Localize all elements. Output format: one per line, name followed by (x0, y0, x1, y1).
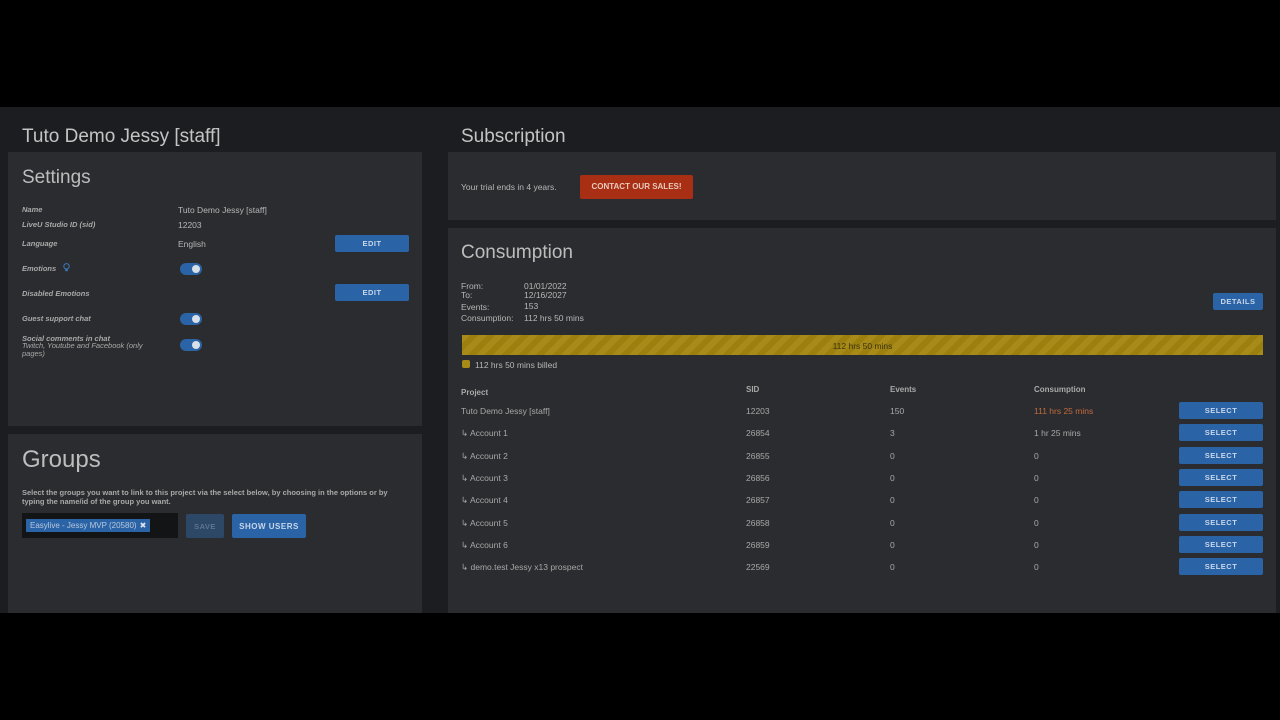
settings-title: Settings (22, 167, 91, 188)
row-sid: 22569 (746, 562, 770, 573)
row-project: ↳ Account 2 (461, 450, 508, 461)
summary-events-value: 153 (524, 301, 539, 311)
row-events: 0 (890, 517, 895, 528)
summary-consumption-label: Consumption: (461, 313, 514, 323)
row-consumption: 0 (1034, 517, 1039, 528)
subscription-panel: Your trial ends in 4 years. CONTACT OUR … (448, 152, 1276, 220)
edit-language-button[interactable]: EDIT (335, 235, 409, 252)
consumption-panel: Consumption From: 01/01/2022 To: 12/16/2… (448, 228, 1276, 613)
contact-sales-button[interactable]: CONTACT OUR SALES! (580, 175, 693, 199)
group-tag-label: Easylive - Jessy MVP (20580) (30, 521, 137, 530)
progress-label: 112 hrs 50 mins (832, 341, 893, 351)
select-button[interactable]: SELECT (1179, 491, 1263, 509)
summary-to-value: 12/16/2027 (524, 290, 567, 300)
emotions-toggle[interactable] (180, 263, 202, 275)
row-project: ↳ demo.test Jessy x13 prospect (461, 562, 583, 573)
setting-sublabel-social-comments: Twitch, Youtube and Facebook (only pages… (22, 341, 143, 358)
row-events: 0 (890, 450, 895, 461)
row-events: 0 (890, 472, 895, 483)
groups-panel: Groups Select the groups you want to lin… (8, 434, 422, 613)
column-header-consumption: Consumption (1034, 385, 1086, 394)
row-consumption: 0 (1034, 450, 1039, 461)
summary-events-label: Events: (461, 302, 490, 312)
select-button[interactable]: SELECT (1179, 468, 1263, 486)
setting-label-name: Name (22, 205, 43, 214)
setting-label-guest-chat: Guest support chat (22, 314, 91, 323)
row-sid: 26857 (746, 495, 770, 506)
consumption-progress-bar: 112 hrs 50 mins (462, 335, 1263, 355)
groups-description: Select the groups you want to link to th… (22, 488, 388, 506)
project-title: Tuto Demo Jessy [staff] (22, 126, 221, 147)
row-project: Tuto Demo Jessy [staff] (461, 406, 550, 416)
row-consumption: 0 (1034, 472, 1039, 483)
trial-text: Your trial ends in 4 years. (461, 182, 557, 192)
select-button[interactable]: SELECT (1179, 535, 1263, 553)
summary-to-label: To: (461, 290, 473, 300)
guest-support-chat-toggle[interactable] (180, 313, 202, 325)
save-button[interactable]: SAVE (186, 514, 224, 538)
setting-value-sid: 12203 (178, 220, 202, 230)
column-header-sid: SID (746, 385, 760, 394)
setting-value-language: English (178, 239, 206, 249)
column-header-project: Project (461, 388, 489, 397)
close-icon[interactable]: ✖ (140, 521, 147, 530)
row-sid: 26856 (746, 472, 770, 483)
consumption-title: Consumption (461, 242, 573, 263)
setting-label-disabled-emotions: Disabled Emotions (22, 289, 90, 298)
select-button[interactable]: SELECT (1179, 424, 1263, 442)
setting-label-emotions: Emotions (22, 264, 57, 273)
row-events: 0 (890, 562, 895, 573)
row-sid: 26854 (746, 428, 770, 439)
group-tag: Easylive - Jessy MVP (20580) ✖ (26, 519, 151, 532)
row-sid: 12203 (746, 406, 770, 416)
groups-select[interactable]: Easylive - Jessy MVP (20580) ✖ (22, 513, 178, 538)
column-header-events: Events (890, 385, 917, 394)
row-consumption: 0 (1034, 562, 1039, 573)
select-button[interactable]: SELECT (1179, 446, 1263, 464)
row-consumption: 1 hr 25 mins (1034, 428, 1081, 439)
select-button[interactable]: SELECT (1179, 558, 1263, 576)
groups-title: Groups (22, 446, 101, 473)
row-project: ↳ Account 4 (461, 495, 508, 506)
row-sid: 26855 (746, 450, 770, 461)
setting-label-language: Language (22, 239, 58, 248)
row-project: ↳ Account 3 (461, 472, 508, 483)
row-events: 0 (890, 495, 895, 506)
app-window: Tuto Demo Jessy [staff] Settings Name Tu… (0, 107, 1280, 613)
details-button[interactable]: DETAILS (1213, 293, 1263, 310)
row-consumption: 111 hrs 25 mins (1034, 406, 1094, 416)
row-consumption: 0 (1034, 495, 1039, 506)
row-project: ↳ Account 5 (461, 517, 508, 528)
row-events: 150 (890, 406, 905, 416)
summary-consumption-value: 112 hrs 50 mins (524, 313, 584, 323)
subscription-title: Subscription (461, 126, 566, 147)
row-consumption: 0 (1034, 539, 1039, 550)
edit-disabled-emotions-button[interactable]: EDIT (335, 284, 409, 301)
settings-panel: Settings Name Tuto Demo Jessy [staff] Li… (8, 152, 422, 426)
row-sid: 26858 (746, 517, 770, 528)
social-comments-toggle[interactable] (180, 339, 202, 351)
select-button[interactable]: SELECT (1179, 513, 1263, 531)
row-sid: 26859 (746, 539, 770, 550)
legend-swatch (462, 360, 470, 368)
setting-value-name: Tuto Demo Jessy [staff] (178, 205, 267, 215)
legend-text: 112 hrs 50 mins billed (475, 360, 558, 370)
setting-label-sid: LiveU Studio ID (sid) (22, 220, 96, 229)
show-users-button[interactable]: SHOW USERS (232, 514, 306, 538)
lightbulb-icon[interactable] (63, 263, 70, 272)
row-events: 0 (890, 539, 895, 550)
row-project: ↳ Account 6 (461, 539, 508, 550)
select-button[interactable]: SELECT (1179, 402, 1263, 419)
row-events: 3 (890, 428, 895, 439)
row-project: ↳ Account 1 (461, 428, 508, 439)
